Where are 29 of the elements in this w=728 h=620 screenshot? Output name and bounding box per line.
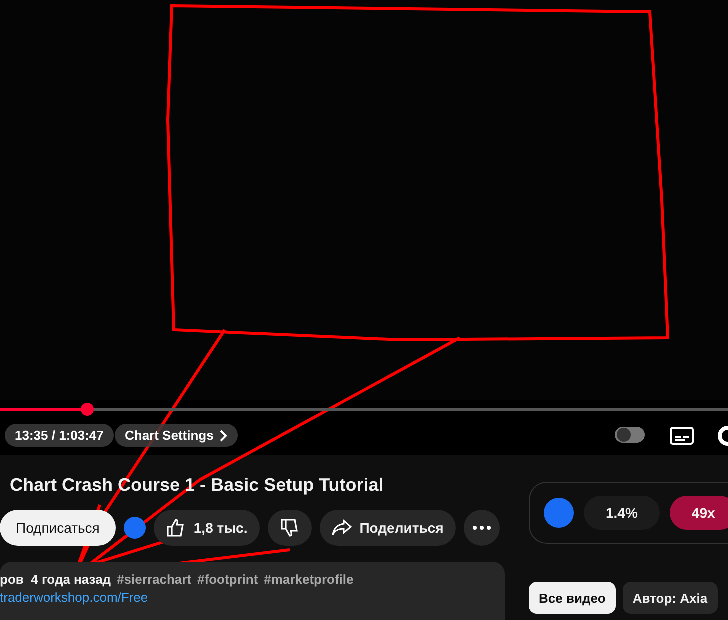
more-button[interactable]	[464, 510, 500, 546]
hashtag-link[interactable]: #marketprofile	[264, 572, 354, 587]
hashtag-link[interactable]: #sierrachart	[117, 572, 192, 587]
chapter-button[interactable]: Chart Settings	[115, 424, 238, 447]
subtitles-icon[interactable]	[670, 427, 694, 445]
subscribe-button[interactable]: Подписаться	[0, 510, 116, 546]
stat-pill: 1.4%	[584, 496, 660, 530]
logo-icon	[544, 498, 574, 528]
settings-icon[interactable]	[716, 425, 728, 447]
filter-chip[interactable]: Автор: Axia	[622, 582, 718, 614]
description-box[interactable]: ров 4 года назад #sierrachart #footprint #marketprofile traderworkshop.com/Free	[0, 562, 505, 620]
time-display: 13:35 / 1:03:47	[5, 424, 114, 447]
stat-pill: 49x	[670, 496, 728, 530]
video-meta: ров 4 года назад	[0, 572, 112, 587]
channel-avatar[interactable]	[124, 517, 146, 539]
progress-thumb[interactable]	[81, 403, 94, 416]
like-button[interactable]: 1,8 тыс.	[154, 510, 260, 546]
description-link[interactable]: traderworkshop.com/Free	[0, 590, 505, 605]
filter-chip[interactable]: Все видео	[529, 582, 616, 614]
share-arrow-icon	[332, 519, 352, 537]
share-button[interactable]: Поделиться	[320, 510, 456, 546]
more-icon	[472, 526, 491, 530]
thumbs-up-icon	[166, 518, 186, 538]
chevron-icon	[220, 430, 228, 442]
autoplay-toggle[interactable]	[615, 427, 645, 443]
thumbs-down-icon	[280, 518, 300, 538]
dislike-button[interactable]	[268, 510, 312, 546]
hashtag-link[interactable]: #footprint	[198, 572, 258, 587]
progress-bar[interactable]	[0, 403, 728, 416]
